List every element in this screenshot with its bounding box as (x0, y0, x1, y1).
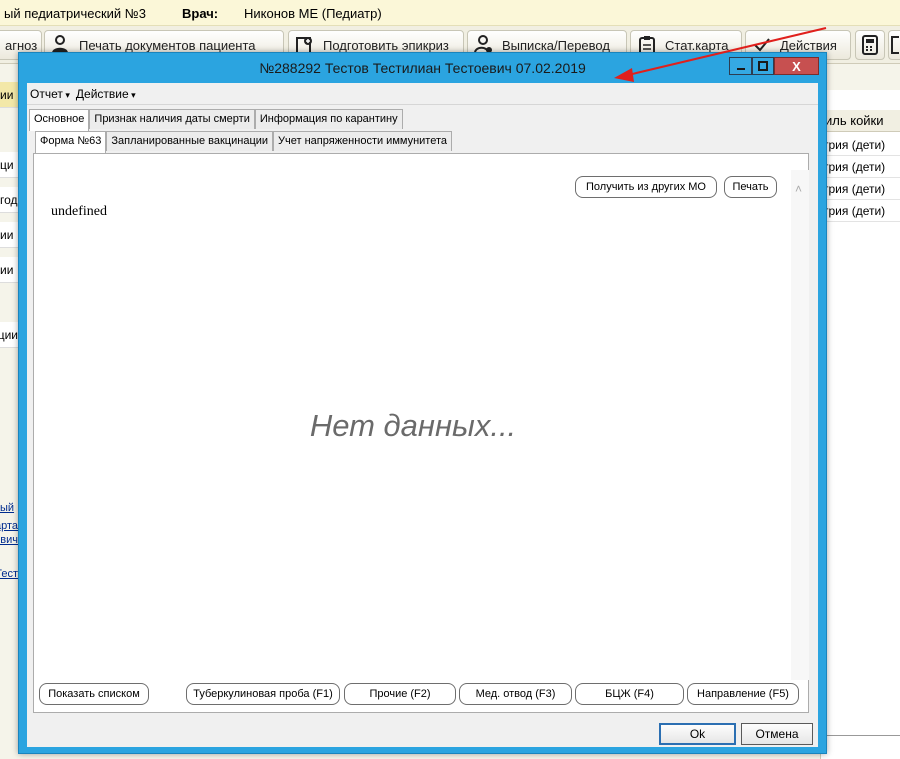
table-row[interactable]: трия (дети) (821, 178, 900, 200)
other-button[interactable]: Прочие (F2) (344, 683, 456, 705)
tab-form63[interactable]: Форма №63 (35, 131, 107, 153)
toolbar-statcard-label: Стат.карта (665, 37, 729, 53)
tab-immunity-tension[interactable]: Учет напряженности иммунитета (273, 131, 452, 151)
tab-death-date[interactable]: Признак наличия даты смерти (89, 109, 255, 129)
left-link[interactable]: Тест (0, 568, 18, 580)
sub-tabs: Форма №63 Запланированные вакцинации Уче… (35, 131, 452, 153)
calculator-icon (860, 35, 880, 55)
referral-button[interactable]: Направление (F5) (687, 683, 799, 705)
undefined-text: undefined (51, 204, 107, 219)
hospital-name: ый педиатрический №3 (4, 6, 146, 21)
toolbar-diagnosis-label: агноз (5, 37, 38, 53)
no-data-message: Нет данных... (309, 408, 517, 443)
left-link[interactable]: арта (0, 520, 18, 532)
left-row[interactable]: ии (0, 222, 18, 248)
ok-button[interactable]: Ok (659, 723, 736, 745)
table-row[interactable]: трия (дети) (821, 156, 900, 178)
tuberculin-test-button[interactable]: Туберкулиновая проба (F1) (186, 683, 340, 705)
bed-profile-column-header[interactable]: иль койки (821, 110, 900, 132)
left-row[interactable]: ци (0, 152, 18, 178)
doctor-name: Никонов МЕ (Педиатр) (244, 6, 382, 21)
app-header: ый педиатрический №3 Врач: Никонов МЕ (П… (0, 0, 900, 26)
maximize-icon (758, 61, 768, 71)
left-link[interactable]: тевич (0, 534, 18, 546)
form63-panel: undefined Получить из других МО Печать Н… (33, 153, 809, 713)
close-button[interactable]: X (774, 57, 819, 75)
dialog-title[interactable]: №288292 Тестов Тестилиан Тестоевич 07.02… (19, 53, 826, 83)
document-icon (891, 35, 900, 55)
medical-exemption-button[interactable]: Мед. отвод (F3) (459, 683, 572, 705)
maximize-button[interactable] (752, 57, 774, 75)
dialog-body: Отчет Действие Основное Признак наличия … (27, 83, 818, 747)
tab-quarantine[interactable]: Информация по карантину (254, 109, 403, 129)
main-tabs: Основное Признак наличия даты смерти Инф… (29, 109, 403, 131)
tab-planned-vaccinations[interactable]: Запланированные вакцинации (106, 131, 274, 151)
left-row[interactable]: ии (0, 257, 18, 283)
tab-main[interactable]: Основное (29, 109, 90, 131)
toolbar-calculator-button[interactable] (855, 30, 885, 60)
chevron-up-icon[interactable]: ˄ (795, 182, 802, 196)
minimize-icon (736, 68, 745, 70)
minimize-button[interactable] (729, 57, 752, 75)
get-from-other-mo-button[interactable]: Получить из других МО (575, 176, 717, 198)
vaccination-list-area: undefined Получить из других МО Печать Н… (35, 170, 791, 680)
toolbar-epicrisis-label: Подготовить эпикриз (323, 37, 449, 53)
table-row[interactable]: трия (дети) (821, 200, 900, 222)
dialog-menubar: Отчет Действие (27, 83, 818, 105)
toolbar-actions-label: Действия (780, 37, 837, 53)
toolbar-more-button[interactable] (888, 30, 900, 60)
left-row[interactable]: год (0, 187, 18, 213)
menu-report[interactable]: Отчет (30, 87, 70, 101)
background-right-panel: иль койки трия (дети) трия (дети) трия (… (820, 90, 900, 759)
divider (821, 735, 900, 736)
bcg-button[interactable]: БЦЖ (F4) (575, 683, 684, 705)
close-icon: X (792, 58, 801, 74)
table-row[interactable]: трия (дети) (821, 134, 900, 156)
left-row: ии (0, 82, 18, 108)
vertical-scrollbar[interactable]: ˄ (791, 170, 809, 680)
toolbar-discharge-label: Выписка/Перевод (502, 37, 610, 53)
menu-action[interactable]: Действие (76, 87, 136, 101)
patient-dialog: №288292 Тестов Тестилиан Тестоевич 07.02… (18, 52, 827, 754)
cancel-button[interactable]: Отмена (741, 723, 813, 745)
toolbar-print-docs-label: Печать документов пациента (79, 37, 256, 53)
left-row[interactable]: ации (0, 322, 18, 348)
left-link[interactable]: ый (0, 502, 18, 514)
show-list-button[interactable]: Показать списком (39, 683, 149, 705)
print-button[interactable]: Печать (724, 176, 777, 198)
doctor-label: Врач: (182, 6, 219, 21)
